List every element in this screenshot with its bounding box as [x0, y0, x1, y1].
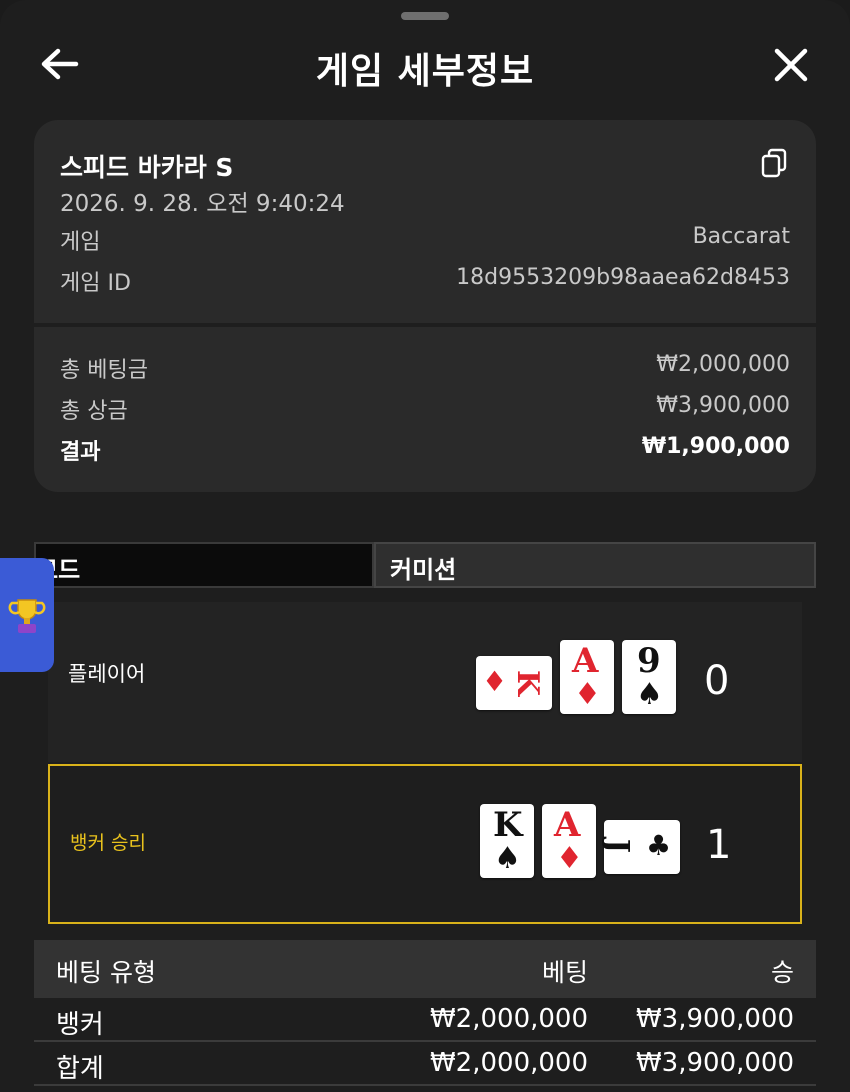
side-rewards-tab[interactable]: [0, 558, 54, 672]
tab-commission[interactable]: 커미션: [374, 542, 816, 588]
col-bet: 베팅: [541, 958, 588, 987]
win-amount-cell: ₩3,900,000: [635, 1004, 794, 1034]
total-win-cell: ₩3,900,000: [635, 1048, 794, 1078]
total-label-cell: 합계: [56, 1054, 104, 1084]
game-id-row: 게임 ID 18d9553209b98aaea62d8453: [60, 265, 790, 296]
player-hand: 플레이어 K ♦ A ♦ 9 ♠ 0: [48, 602, 802, 762]
card-suit: ♦: [574, 677, 601, 712]
card-rank: A: [554, 805, 581, 845]
total-win-label: 총 상금: [60, 399, 128, 424]
bet-table-header: 베팅 유형 베팅 승: [34, 940, 816, 998]
player-score: 0: [704, 658, 730, 704]
table-row: 뱅커 ₩2,000,000 ₩3,900,000: [34, 998, 816, 1042]
playing-card: 9 ♠: [622, 640, 676, 714]
card-suit: ♦: [556, 841, 583, 876]
playing-card: K ♦: [476, 656, 552, 710]
game-type-value: Baccarat: [692, 224, 790, 249]
game-id-label: 게임 ID: [60, 271, 131, 296]
player-label: 플레이어: [68, 662, 146, 686]
card-rank: A: [572, 641, 599, 681]
playing-card: A ♦: [560, 640, 614, 714]
card-suit: ♠: [636, 677, 663, 712]
card-suit: ♠: [494, 841, 521, 876]
card-rank: K: [493, 805, 523, 845]
card-suit: ♦: [482, 665, 508, 698]
result-label: 결과: [60, 440, 101, 465]
drag-handle[interactable]: [401, 12, 449, 20]
playing-card: A ♦: [542, 804, 596, 878]
bet-amount-cell: ₩2,000,000: [429, 1004, 588, 1034]
banker-win-label: 뱅커 승리: [70, 832, 146, 854]
game-datetime: 2026. 9. 28. 오전 9:40:24: [60, 191, 345, 217]
col-bet-type: 베팅 유형: [56, 958, 156, 987]
card-rank: 9: [637, 641, 661, 681]
total-bet-label: 총 베팅금: [60, 358, 148, 383]
trophy-icon: [8, 599, 46, 633]
close-icon: [774, 48, 808, 82]
mode-tabs: 모드 커미션: [34, 542, 816, 588]
game-details-sheet: 게임 세부정보 스피드 바카라 S 2026. 9. 28. 오전 9:40:2…: [0, 0, 850, 1092]
playing-card: J ♣: [600, 820, 680, 874]
tab-mode[interactable]: 모드: [34, 542, 374, 588]
card-divider: [34, 323, 816, 327]
total-bet-row: 총 베팅금 ₩2,000,000: [60, 352, 790, 383]
playing-card: K ♠: [480, 804, 534, 878]
game-info-card: 스피드 바카라 S 2026. 9. 28. 오전 9:40:24 게임 Bac…: [34, 120, 816, 492]
header: 게임 세부정보: [0, 30, 850, 96]
result-value: ₩1,900,000: [641, 434, 790, 459]
result-row: 결과 ₩1,900,000: [60, 434, 790, 465]
total-bet-cell: ₩2,000,000: [429, 1048, 588, 1078]
close-button[interactable]: [768, 42, 814, 88]
bet-table: 베팅 유형 베팅 승 뱅커 ₩2,000,000 ₩3,900,000 합계 ₩…: [34, 940, 816, 1086]
total-win-row: 총 상금 ₩3,900,000: [60, 393, 790, 424]
table-row-total: 합계 ₩2,000,000 ₩3,900,000: [34, 1042, 816, 1086]
col-win: 승: [770, 958, 794, 987]
bet-type-cell: 뱅커: [56, 1010, 104, 1040]
card-suit: ♣: [646, 829, 672, 862]
game-name: 스피드 바카라 S: [60, 153, 234, 182]
page-title: 게임 세부정보: [315, 51, 535, 92]
total-win-value: ₩3,900,000: [656, 393, 790, 418]
game-type-row: 게임 Baccarat: [60, 224, 790, 255]
game-type-label: 게임: [60, 230, 101, 255]
copy-icon[interactable]: [760, 148, 790, 180]
banker-hand: 뱅커 승리 K ♠ A ♦ J ♣ 1: [48, 764, 802, 924]
total-bet-value: ₩2,000,000: [656, 352, 790, 377]
card-rank: K: [510, 669, 546, 697]
card-rank: J: [600, 838, 636, 854]
banker-score: 1: [706, 822, 732, 868]
game-id-value[interactable]: 18d9553209b98aaea62d8453: [456, 265, 790, 290]
